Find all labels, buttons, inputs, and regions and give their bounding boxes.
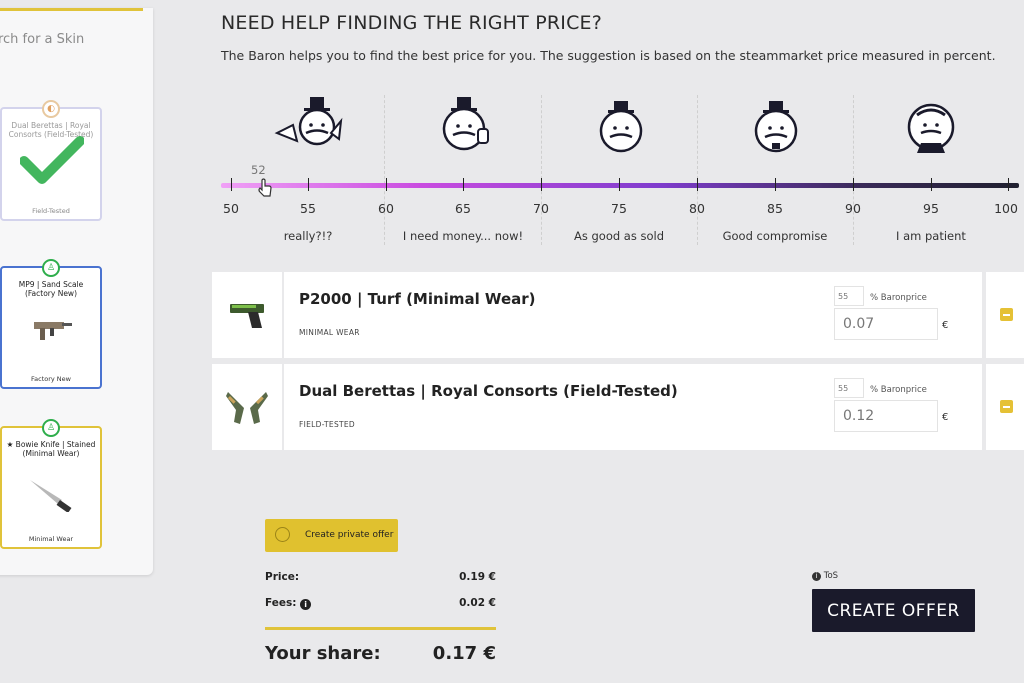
item-remove-cell: [986, 364, 1024, 450]
slider-tick: [231, 178, 232, 191]
baronprice-percent-label: % Baronprice: [870, 293, 927, 303]
currency-symbol: €: [942, 412, 949, 423]
zone-label-good-as-sold: As good as sold: [573, 229, 665, 243]
slider-tick-label: 80: [689, 201, 705, 216]
price-label: Price:: [265, 571, 300, 583]
item-details: Dual Berettas | Royal Consorts (Field-Te…: [284, 364, 982, 450]
slider-value: 52: [251, 163, 266, 177]
slider-track[interactable]: [221, 183, 1019, 188]
slider-tick-label: 65: [455, 201, 471, 216]
slider-tick: [775, 178, 776, 191]
item-name: Dual Berettas | Royal Consorts (Field-Te…: [299, 382, 678, 400]
zone-divider: [853, 95, 854, 245]
slider-tick: [931, 178, 932, 191]
skin-card-wear: Factory New: [31, 375, 71, 383]
skin-badge-icon: ◐: [42, 100, 60, 118]
skin-card-dual-berettas[interactable]: ◐ Dual Berettas | Royal Consorts (Field-…: [0, 100, 102, 221]
page-subtitle: The Baron helps you to find the best pri…: [221, 48, 996, 63]
fees-info-icon[interactable]: i: [300, 599, 312, 610]
fees-label-text: Fees:: [265, 597, 297, 609]
skin-card-wear: Minimal Wear: [28, 535, 74, 543]
p2000-pistol-icon: [230, 304, 264, 328]
slider-tick-label: 90: [845, 201, 861, 216]
panel-accent-bar: [0, 8, 143, 11]
selected-check-icon: [20, 136, 84, 184]
item-remove-cell: [986, 272, 1024, 358]
item-name: P2000 | Turf (Minimal Wear): [299, 290, 536, 308]
create-offer-button[interactable]: CREATE OFFER: [812, 589, 975, 632]
bowie-knife-icon: [30, 480, 72, 512]
tos-info-icon: i: [812, 572, 821, 581]
slider-tick-label: 60: [378, 201, 394, 216]
slider-tick: [463, 178, 464, 191]
currency-symbol: €: [942, 320, 949, 331]
slider-tick-label: 85: [767, 201, 783, 216]
item-details: P2000 | Turf (Minimal Wear) MINIMAL WEAR…: [284, 272, 982, 358]
slider-tick: [541, 178, 542, 191]
baron-mascot-thumbs-icon: [442, 97, 489, 151]
slider-tick: [697, 178, 698, 191]
slider-tick-label: 70: [533, 201, 549, 216]
skin-badge-icon: ♙: [42, 419, 60, 437]
baron-mascot-pleased-icon: [754, 101, 798, 153]
remove-item-icon[interactable]: [1000, 308, 1013, 321]
dual-berettas-icon: [226, 392, 268, 424]
slider-tick: [386, 178, 387, 191]
zone-label-patient: I am patient: [896, 229, 966, 243]
private-offer-label: Create private offer: [305, 530, 394, 540]
skin-card-name: ★ Bowie Knife | Stained (Minimal Wear): [6, 440, 96, 458]
skin-card-name: MP9 | Sand Scale (Factory New): [18, 280, 84, 298]
baron-mascot-calm-icon: [599, 101, 643, 153]
tos-link[interactable]: i ToS: [812, 571, 838, 581]
remove-item-icon[interactable]: [1000, 400, 1013, 413]
slider-tick-label: 50: [223, 201, 239, 216]
baronprice-percent-input[interactable]: 55: [834, 286, 864, 306]
slider-tick-label: 95: [923, 201, 939, 216]
fees-label: Fees: i: [265, 597, 312, 610]
your-share-value: 0.17 €: [432, 643, 496, 664]
mp9-weapon-icon: [34, 322, 72, 340]
your-share-label: Your share:: [265, 643, 381, 664]
item-price-input[interactable]: 0.12: [834, 400, 938, 432]
item-thumbnail: [212, 364, 282, 450]
zone-label-need-money: I need money... now!: [402, 229, 524, 243]
zone-divider: [697, 95, 698, 245]
fees-value: 0.02 €: [459, 597, 496, 609]
zone-divider: [541, 95, 542, 245]
item-wear: FIELD-TESTED: [299, 420, 356, 429]
slider-tick: [619, 178, 620, 191]
offer-item-row: Dual Berettas | Royal Consorts (Field-Te…: [212, 364, 1024, 450]
zone-label-good-compromise: Good compromise: [722, 229, 828, 243]
item-price-input[interactable]: 0.07: [834, 308, 938, 340]
radio-circle-icon: [275, 527, 290, 542]
baronprice-percent-label: % Baronprice: [870, 385, 927, 395]
slider-handle-cursor-icon[interactable]: [257, 178, 273, 198]
slider-tick-label: 100: [994, 201, 1018, 216]
skin-card-mp9[interactable]: ♙ MP9 | Sand Scale (Factory New) Factory…: [0, 259, 102, 389]
price-value: 0.19 €: [459, 571, 496, 583]
zone-divider: [384, 95, 385, 245]
skin-card-wear: Field-Tested: [32, 207, 70, 215]
skin-card-bowie-knife[interactable]: ♙ ★ Bowie Knife | Stained (Minimal Wear)…: [0, 419, 102, 549]
slider-tick: [853, 178, 854, 191]
summary-divider: [265, 627, 496, 630]
skin-search-input[interactable]: arch for a Skin: [0, 32, 84, 47]
item-thumbnail: [212, 272, 282, 358]
slider-tick: [1008, 178, 1009, 191]
create-private-offer-toggle[interactable]: Create private offer: [265, 519, 398, 552]
baron-mascot-patient-icon: [907, 103, 955, 153]
offer-item-row: P2000 | Turf (Minimal Wear) MINIMAL WEAR…: [212, 272, 1024, 358]
slider-tick-label: 55: [300, 201, 316, 216]
page-title: NEED HELP FINDING THE RIGHT PRICE?: [221, 12, 603, 34]
baron-mascot-excited-icon: [274, 97, 343, 146]
slider-tick: [308, 178, 309, 191]
tos-label: ToS: [823, 571, 839, 581]
baronprice-percent-input[interactable]: 55: [834, 378, 864, 398]
slider-tick-label: 75: [611, 201, 627, 216]
skin-badge-icon: ♙: [42, 259, 60, 277]
item-wear: MINIMAL WEAR: [299, 328, 360, 337]
skin-inventory-panel: arch for a Skin ◐ Dual Berettas | Royal …: [0, 8, 153, 575]
zone-label-really: really?!?: [283, 229, 333, 243]
price-percent-slider[interactable]: 52 50 55 60 65 70 75 80 85 90 95 100 rea…: [221, 90, 1021, 250]
